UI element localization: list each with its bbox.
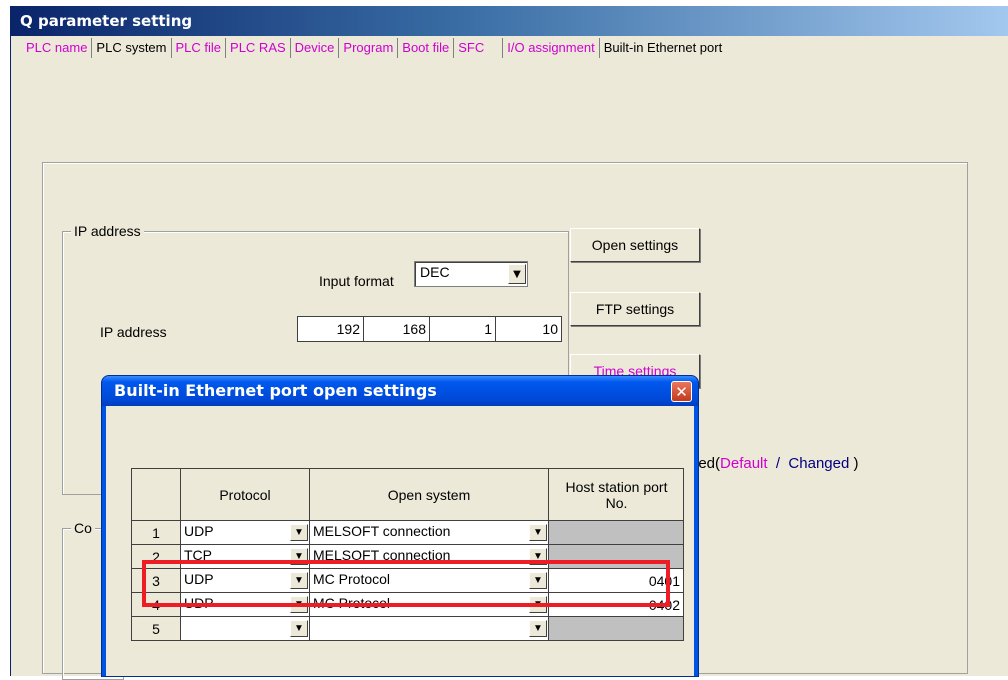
port-value: 0401: [648, 572, 680, 589]
legend-default: Default: [720, 455, 768, 472]
row-number: 2: [131, 544, 181, 569]
ip-octet-2[interactable]: 168: [364, 317, 430, 341]
port-cell: [548, 544, 684, 569]
row-number: 5: [131, 616, 181, 641]
ip-group-legend: IP address: [71, 223, 144, 239]
open-settings-dialog: Built-in Ethernet port open settings ✕ P…: [102, 376, 698, 676]
row-number-text: 5: [152, 620, 160, 637]
chevron-down-icon[interactable]: ▼: [529, 524, 547, 541]
protocol-cell[interactable]: TCP ▼: [180, 544, 310, 569]
chevron-down-icon[interactable]: ▼: [290, 548, 308, 565]
port-cell: [548, 616, 684, 641]
tab-program[interactable]: Program: [338, 38, 397, 58]
input-format-label: Input format: [319, 273, 394, 289]
row-number-text: 4: [152, 596, 160, 613]
chevron-down-icon[interactable]: ▼: [529, 572, 547, 589]
open-system-cell[interactable]: ▼: [309, 616, 549, 641]
tab-sfc[interactable]: SFC: [453, 38, 502, 58]
legend-slash: /: [775, 455, 781, 472]
legend-changed: Changed: [788, 455, 850, 472]
port-column-header: Host station port No.: [548, 468, 684, 521]
window-title: Q parameter setting: [11, 6, 1008, 36]
dialog-title: Built-in Ethernet port open settings: [102, 376, 698, 406]
ip-octet-1[interactable]: 192: [298, 317, 364, 341]
tab-boot-file[interactable]: Boot file: [397, 38, 453, 58]
tab-plc-file[interactable]: PLC file: [170, 38, 226, 58]
input-format-value: DEC: [420, 264, 450, 280]
tab-plc-system[interactable]: PLC system: [91, 38, 170, 58]
open-settings-table: Protocol Open system Host station port N…: [131, 468, 684, 641]
tab-strip: PLC name PLC system PLC file PLC RAS Device P…: [22, 38, 727, 60]
dialog-body: Protocol Open system Host station port N…: [106, 406, 694, 676]
table-row: 1 UDP ▼ MELSOFT connection ▼: [131, 520, 684, 545]
ip-address-field[interactable]: 192 168 1 10: [297, 316, 562, 342]
tab-plc-ras[interactable]: PLC RAS: [225, 38, 290, 58]
chevron-down-icon[interactable]: ▼: [529, 596, 547, 613]
tab-plc-name[interactable]: PLC name: [22, 38, 91, 58]
open-system-value: MC Protocol: [313, 571, 391, 587]
chevron-down-icon[interactable]: ▼: [290, 572, 308, 589]
ip-address-label: IP address: [100, 324, 167, 340]
port-value: 0402: [648, 596, 680, 613]
protocol-value: UDP: [184, 523, 214, 539]
chevron-down-icon[interactable]: ▼: [290, 596, 308, 613]
close-icon[interactable]: ✕: [671, 381, 692, 402]
chevron-down-icon[interactable]: ▼: [529, 548, 547, 565]
legend-suffix: ): [853, 455, 859, 472]
protocol-value: UDP: [184, 571, 214, 587]
protocol-cell[interactable]: ▼: [180, 616, 310, 641]
protocol-value: UDP: [184, 595, 214, 611]
protocol-cell[interactable]: UDP ▼: [180, 520, 310, 545]
open-system-cell[interactable]: MELSOFT connection ▼: [309, 520, 549, 545]
open-system-value: MELSOFT connection: [313, 547, 451, 563]
ip-octet-4[interactable]: 10: [496, 317, 561, 341]
row-number-text: 3: [152, 572, 160, 589]
comm-group-legend: Co: [71, 520, 95, 536]
open-system-cell[interactable]: MC Protocol ▼: [309, 592, 549, 617]
open-system-cell[interactable]: MC Protocol ▼: [309, 568, 549, 593]
table-row: 3 UDP ▼ MC Protocol ▼ 0401: [131, 568, 684, 593]
open-system-value: MELSOFT connection: [313, 523, 451, 539]
chevron-down-icon[interactable]: ▼: [290, 524, 308, 541]
open-system-value: MC Protocol: [313, 595, 391, 611]
chevron-down-icon[interactable]: ▼: [508, 264, 526, 284]
row-header-corner: [131, 468, 181, 521]
tab-io-assignment[interactable]: I/O assignment: [502, 38, 598, 58]
port-cell: [548, 520, 684, 545]
table-row: 5 ▼ ▼: [131, 616, 684, 641]
chevron-down-icon[interactable]: ▼: [290, 620, 308, 637]
row-number: 4: [131, 592, 181, 617]
row-number-text: 2: [152, 548, 160, 565]
table-row: 2 TCP ▼ MELSOFT connection ▼: [131, 544, 684, 569]
open-system-column-header: Open system: [309, 468, 549, 521]
chevron-down-icon[interactable]: ▼: [529, 620, 547, 637]
row-number: 3: [131, 568, 181, 593]
protocol-column-header: Protocol: [180, 468, 310, 521]
table-row: 4 UDP ▼ MC Protocol ▼ 0402: [131, 592, 684, 617]
port-cell[interactable]: 0401: [548, 568, 684, 593]
protocol-cell[interactable]: UDP ▼: [180, 592, 310, 617]
protocol-value: TCP: [184, 547, 212, 563]
port-cell[interactable]: 0402: [548, 592, 684, 617]
tab-built-in-ethernet-port[interactable]: Built-in Ethernet port: [598, 38, 727, 58]
open-settings-button[interactable]: Open settings: [570, 228, 700, 262]
open-system-cell[interactable]: MELSOFT connection ▼: [309, 544, 549, 569]
setting-legend: ded(Default / Changed ): [690, 455, 858, 472]
input-format-select[interactable]: DEC ▼: [414, 261, 528, 287]
tab-device[interactable]: Device: [289, 38, 339, 58]
ip-octet-3[interactable]: 1: [430, 317, 496, 341]
ftp-settings-button[interactable]: FTP settings: [570, 292, 700, 326]
row-number: 1: [131, 520, 181, 545]
row-number-text: 1: [152, 524, 160, 541]
protocol-cell[interactable]: UDP ▼: [180, 568, 310, 593]
